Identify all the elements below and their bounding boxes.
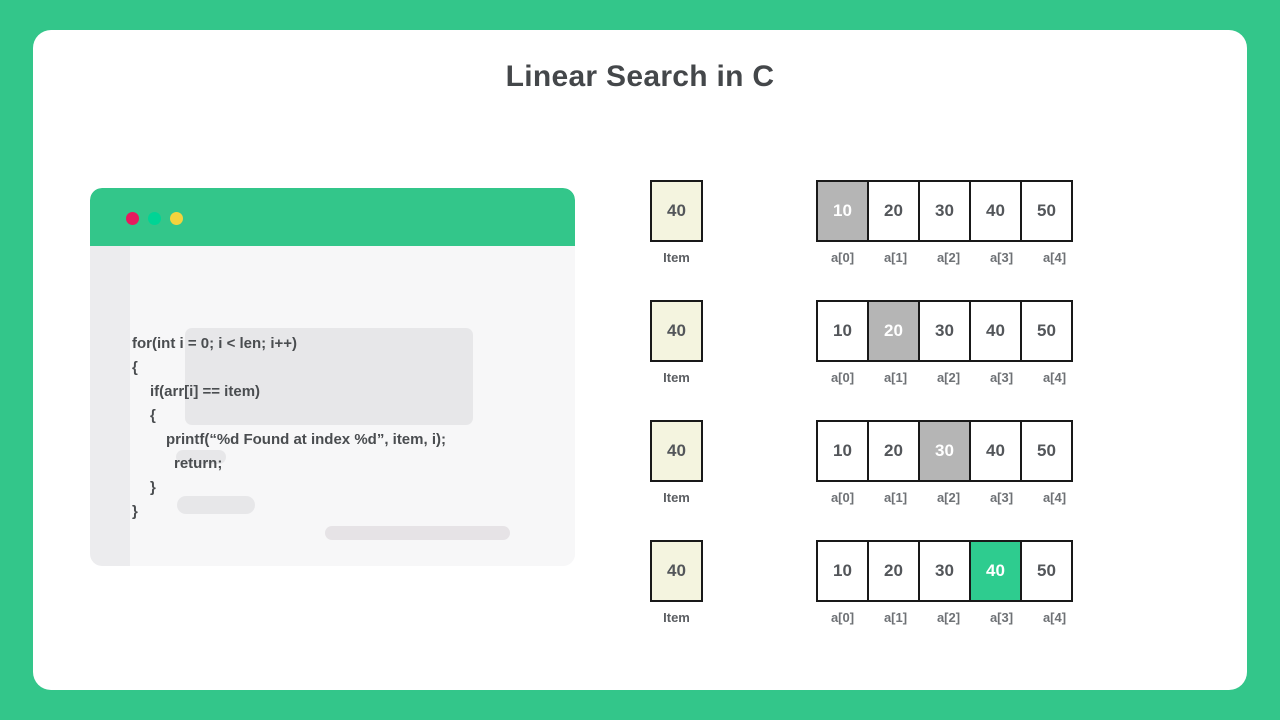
array-index-labels: a[0] a[1] a[2] a[3] a[4] [816, 370, 1081, 385]
array-cell: 20 [867, 420, 920, 482]
array-index-labels: a[0] a[1] a[2] a[3] a[4] [816, 490, 1081, 505]
item-box-label: Item [663, 250, 690, 265]
search-step-row: 40 Item 10 20 30 40 50 a[0] a[1] a[2] a[3] a[4] [650, 420, 1120, 520]
array-cell: 30 [918, 180, 971, 242]
array-index-label: a[1] [883, 610, 908, 625]
array-index-label: a[1] [883, 370, 908, 385]
array-cell: 20 [867, 540, 920, 602]
array-cells: 10 20 30 40 50 [816, 420, 1073, 482]
array-index-label: a[1] [883, 250, 908, 265]
array-index-label: a[3] [989, 610, 1014, 625]
array-index-label: a[3] [989, 490, 1014, 505]
array-index-label: a[1] [883, 490, 908, 505]
array-cell: 30 [918, 540, 971, 602]
array-cell: 40 [969, 300, 1022, 362]
array-cell-scanning: 10 [816, 180, 869, 242]
array-cell: 10 [816, 300, 869, 362]
item-box-label: Item [663, 370, 690, 385]
array-cell: 20 [867, 180, 920, 242]
item-box-label: Item [663, 490, 690, 505]
array-index-label: a[2] [936, 250, 961, 265]
array-cells: 10 20 30 40 50 [816, 180, 1073, 242]
array-index-label: a[4] [1042, 250, 1067, 265]
array-cell: 10 [816, 420, 869, 482]
array-cell-scanning: 30 [918, 420, 971, 482]
array-index-label: a[2] [936, 610, 961, 625]
search-step-row: 40 Item 10 20 30 40 50 a[0] a[1] a[2] a[3] a[4] [650, 180, 1120, 280]
slide-card: Linear Search in C for(int i = 0; i < le… [33, 30, 1247, 690]
array-index-label: a[4] [1042, 490, 1067, 505]
search-step-row: 40 Item 10 20 30 40 50 a[0] a[1] a[2] a[3] a[4] [650, 540, 1120, 640]
array-index-label: a[3] [989, 250, 1014, 265]
array-cells: 10 20 30 40 50 [816, 300, 1073, 362]
item-box: 40 [650, 540, 703, 602]
item-box: 40 [650, 180, 703, 242]
item-box: 40 [650, 300, 703, 362]
array-index-label: a[3] [989, 370, 1014, 385]
array-index-label: a[4] [1042, 610, 1067, 625]
array-index-label: a[2] [936, 370, 961, 385]
array-index-label: a[4] [1042, 370, 1067, 385]
array-cell: 40 [969, 420, 1022, 482]
array-index-label: a[0] [830, 490, 855, 505]
array-cell: 10 [816, 540, 869, 602]
array-cell: 50 [1020, 300, 1073, 362]
array-cell: 50 [1020, 540, 1073, 602]
array-cell: 50 [1020, 180, 1073, 242]
array-index-labels: a[0] a[1] a[2] a[3] a[4] [816, 610, 1081, 625]
item-box: 40 [650, 420, 703, 482]
array-cell-found: 40 [969, 540, 1022, 602]
search-steps: 40 Item 10 20 30 40 50 a[0] a[1] a[2] a[3] a[4] 40 It… [33, 30, 1247, 690]
item-box-label: Item [663, 610, 690, 625]
search-step-row: 40 Item 10 20 30 40 50 a[0] a[1] a[2] a[3] a[4] [650, 300, 1120, 400]
array-cells: 10 20 30 40 50 [816, 540, 1073, 602]
array-index-label: a[0] [830, 370, 855, 385]
array-index-label: a[0] [830, 250, 855, 265]
array-index-label: a[2] [936, 490, 961, 505]
array-cell-scanning: 20 [867, 300, 920, 362]
array-index-labels: a[0] a[1] a[2] a[3] a[4] [816, 250, 1081, 265]
array-cell: 50 [1020, 420, 1073, 482]
array-index-label: a[0] [830, 610, 855, 625]
array-cell: 30 [918, 300, 971, 362]
array-cell: 40 [969, 180, 1022, 242]
